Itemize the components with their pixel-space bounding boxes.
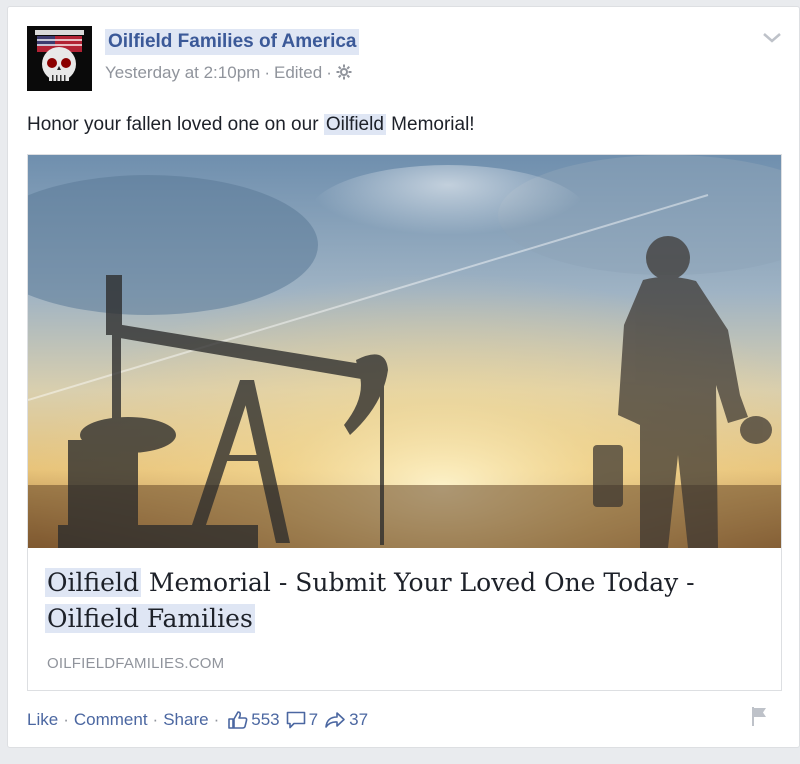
link-title-highlight: Oilfield [45, 568, 141, 597]
edited-label[interactable]: Edited [274, 63, 322, 82]
share-button[interactable]: Share [163, 710, 208, 730]
thumbs-up-icon [228, 711, 248, 729]
link-title-highlight: Oilfield Families [45, 604, 255, 633]
action-separator: · [213, 710, 220, 729]
link-preview[interactable]: Oilfield Memorial - Submit Your Loved On… [27, 154, 782, 691]
comments-count[interactable]: 7 [286, 710, 318, 730]
chevron-down-icon[interactable] [761, 31, 783, 45]
link-domain: OILFIELDFAMILIES.COM [47, 655, 225, 672]
shares-count-value: 37 [349, 710, 369, 729]
post-text-part: Honor your fallen loved one on our [27, 114, 324, 135]
comment-button[interactable]: Comment [74, 710, 148, 730]
post-timestamp[interactable]: Yesterday at 2:10pm [105, 63, 260, 82]
link-title-text: Memorial - Submit Your Loved One Today - [140, 568, 695, 597]
shares-count[interactable]: 37 [324, 710, 368, 730]
skull-flag-logo [27, 26, 92, 91]
flag-icon[interactable] [749, 705, 769, 732]
post-actions: Like · Comment · Share · 553 7 37 [27, 710, 368, 730]
post-text-part: Memorial! [385, 114, 475, 135]
gear-icon[interactable] [336, 64, 352, 85]
like-button[interactable]: Like [27, 710, 58, 730]
post-card: Oilfield Families of America Yesterday a… [7, 6, 800, 748]
likes-count-value: 553 [251, 710, 280, 729]
hashtag-link[interactable]: Oilfield [323, 114, 386, 135]
post-text: Honor your fallen loved one on our Oilfi… [27, 113, 475, 137]
comment-icon [286, 711, 305, 729]
action-separator: · [152, 710, 159, 729]
action-separator: · [63, 710, 69, 729]
link-title[interactable]: Oilfield Memorial - Submit Your Loved On… [45, 565, 745, 637]
link-preview-image[interactable] [28, 155, 781, 548]
share-arrow-icon [325, 712, 345, 728]
meta-separator: · [264, 63, 270, 82]
likes-count[interactable]: 553 [228, 710, 280, 730]
meta-separator: · [326, 63, 332, 82]
post-meta: Yesterday at 2:10pm · Edited · [105, 63, 352, 85]
page-avatar[interactable] [27, 26, 92, 91]
page-name-link[interactable]: Oilfield Families of America [105, 29, 360, 55]
comments-count-value: 7 [308, 710, 319, 729]
